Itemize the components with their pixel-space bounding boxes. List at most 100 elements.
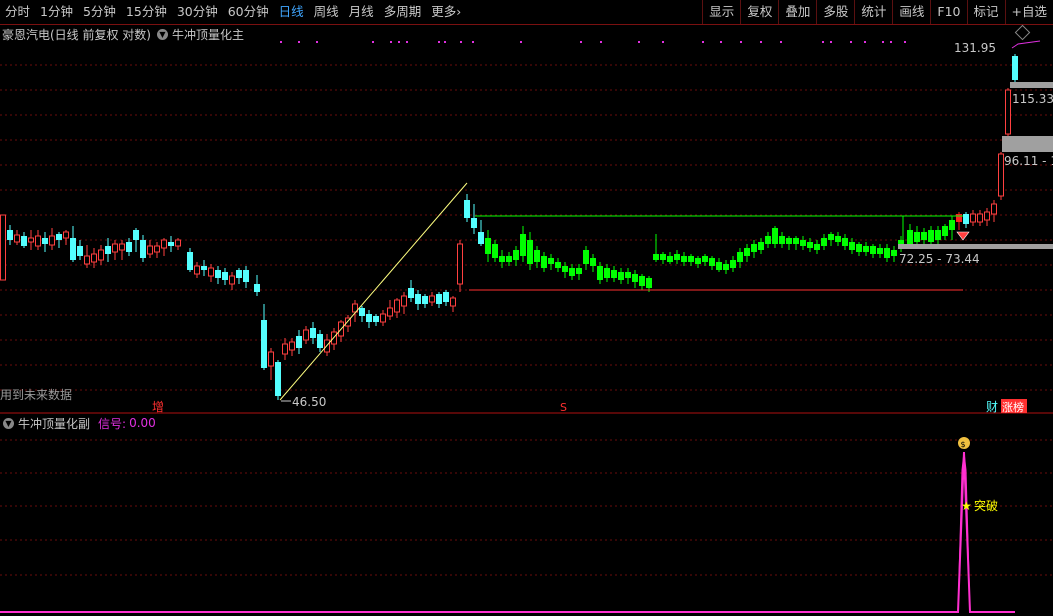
candle-body — [870, 246, 876, 254]
candle-body — [105, 246, 111, 254]
candle-body — [201, 266, 207, 270]
candle-body — [849, 242, 855, 250]
candle-body — [450, 297, 456, 307]
candle-body — [513, 250, 519, 260]
candle-body — [91, 253, 97, 263]
candle-body — [569, 268, 575, 276]
candle-body — [751, 244, 757, 252]
candle-body — [942, 226, 948, 236]
toolbar-actions: 显示 复权 叠加 多股 统计 画线 F10 标记 +自选 — [702, 0, 1053, 24]
tab-multi-period[interactable]: 多周期 — [379, 0, 427, 24]
tab-5min[interactable]: 5分钟 — [78, 0, 121, 24]
candle-body — [935, 230, 941, 240]
draw-line-button[interactable]: 画线 — [892, 0, 930, 24]
candle-body — [688, 256, 694, 262]
f10-button[interactable]: F10 — [930, 0, 966, 24]
candle-body — [835, 236, 841, 242]
candle-body — [436, 294, 442, 304]
candle-body — [429, 295, 435, 303]
candle-body — [800, 240, 806, 246]
signal-dot — [438, 41, 440, 43]
candle-body — [296, 336, 302, 348]
candle-body — [779, 236, 785, 244]
overlay-button[interactable]: 叠加 — [778, 0, 816, 24]
candle-body — [914, 232, 920, 242]
gem-icon — [956, 231, 970, 241]
signal-dot — [280, 41, 282, 43]
candle-body — [555, 262, 561, 268]
candle-body — [786, 238, 792, 244]
signal-dot — [390, 41, 392, 43]
signal-dot — [720, 41, 722, 43]
candle-body — [126, 242, 132, 252]
candle-body — [222, 272, 228, 280]
candle-body — [310, 328, 316, 338]
candle-body — [1005, 89, 1011, 135]
sub-collapse-icon[interactable]: ▼ — [3, 417, 14, 429]
candle-body — [380, 313, 386, 323]
candle-body — [737, 252, 743, 262]
candle-body — [254, 284, 260, 292]
tab-1min[interactable]: 1分钟 — [35, 0, 78, 24]
candle-body — [415, 294, 421, 304]
period-tabs: 分时 1分钟 5分钟 15分钟 30分钟 60分钟 日线 周线 月线 多周期 更… — [0, 0, 466, 24]
money-bag-glyph: $ — [961, 440, 966, 449]
candle-body — [949, 220, 955, 230]
candle-body — [730, 260, 736, 268]
candle-body — [695, 258, 701, 264]
candle-body — [187, 252, 193, 270]
candle-body — [744, 248, 750, 256]
main-chart[interactable]: 131.95 115.33 96.11 - 1 72.25 - 73.44 46… — [0, 25, 1053, 616]
candle-body — [499, 256, 505, 262]
signal-dot — [580, 41, 582, 43]
candle-body — [618, 272, 624, 280]
candle-body — [907, 230, 913, 244]
candle-body — [408, 288, 414, 298]
box-band-1 — [1010, 82, 1053, 88]
candle-body — [7, 230, 13, 240]
candle-body — [243, 270, 249, 282]
tab-fenshi[interactable]: 分时 — [0, 0, 35, 24]
add-watchlist-button[interactable]: +自选 — [1004, 0, 1053, 24]
signal-dot — [444, 41, 446, 43]
candle-body — [991, 203, 997, 215]
candle-body — [702, 256, 708, 262]
candle-body — [317, 334, 323, 348]
candle-body — [394, 299, 400, 313]
signal-dot — [406, 41, 408, 43]
candle-body — [236, 270, 242, 278]
candle-body — [208, 267, 214, 277]
sub-grid — [0, 439, 1053, 576]
tab-daily[interactable]: 日线 — [274, 0, 309, 24]
adjust-button[interactable]: 复权 — [740, 0, 778, 24]
candle-body — [921, 232, 927, 240]
candle-body — [282, 343, 288, 355]
display-button[interactable]: 显示 — [702, 0, 740, 24]
candle-body — [84, 255, 90, 265]
candle-body — [963, 214, 969, 224]
statistics-button[interactable]: 统计 — [854, 0, 892, 24]
multi-stock-button[interactable]: 多股 — [816, 0, 854, 24]
candle-body — [422, 296, 428, 304]
box-band-2 — [1002, 136, 1053, 152]
tab-15min[interactable]: 15分钟 — [121, 0, 172, 24]
candle-body — [828, 234, 834, 240]
signal-dot — [740, 41, 742, 43]
sub-indicator-name[interactable]: 牛冲顶量化副 — [18, 415, 90, 432]
candle-body — [716, 262, 722, 270]
candle-body — [0, 214, 6, 281]
signal-dot — [904, 41, 906, 43]
tab-more[interactable]: 更多› — [426, 0, 466, 24]
tab-30min[interactable]: 30分钟 — [172, 0, 223, 24]
tab-monthly[interactable]: 月线 — [344, 0, 379, 24]
tab-weekly[interactable]: 周线 — [309, 0, 344, 24]
star-icon: ★ — [961, 499, 972, 513]
candle-body — [534, 250, 540, 262]
candle-body — [119, 243, 125, 251]
candle-body — [814, 244, 820, 250]
candle-body — [373, 316, 379, 322]
mark-button[interactable]: 标记 — [966, 0, 1005, 24]
tab-60min[interactable]: 60分钟 — [223, 0, 274, 24]
candle-body — [28, 237, 34, 243]
tab-more-label: 更多 — [431, 4, 457, 19]
